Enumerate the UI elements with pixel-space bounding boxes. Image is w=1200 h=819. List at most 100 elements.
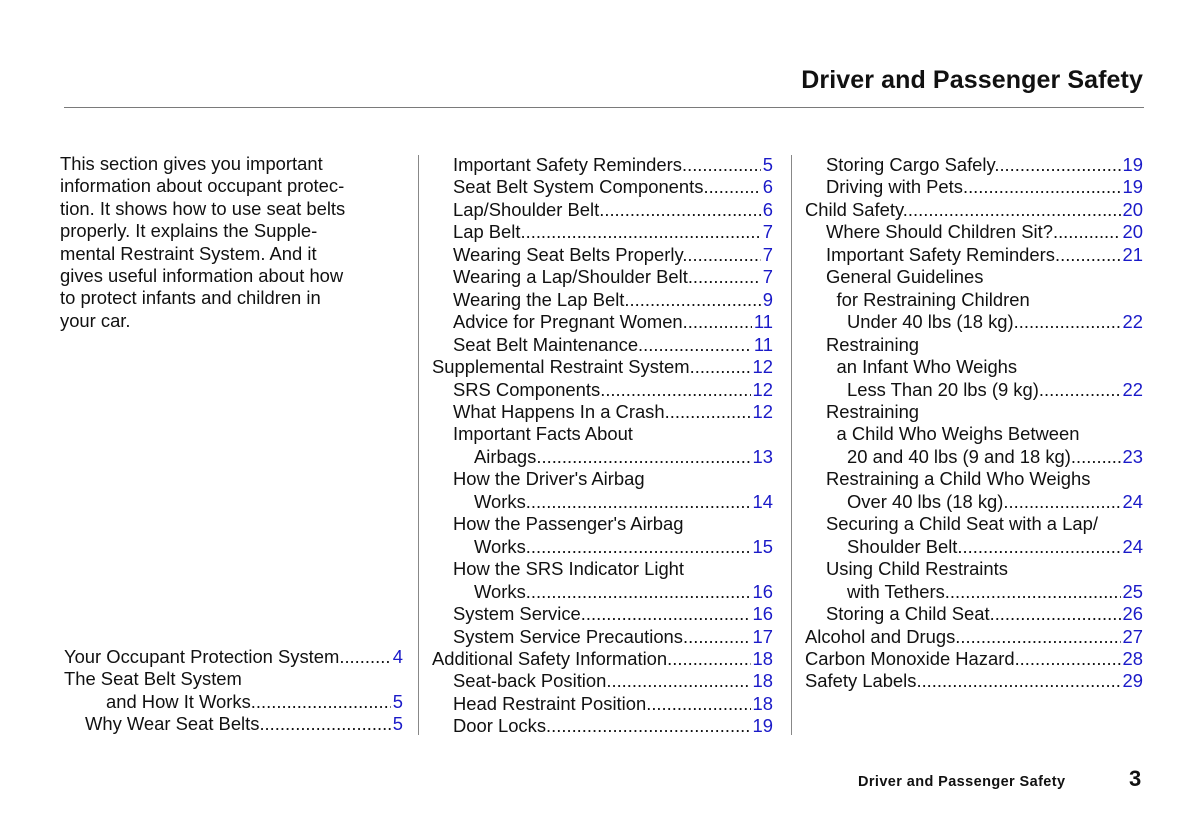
toc-entry-title: Alcohol and Drugs [805,625,956,647]
toc-entry[interactable]: Works...................................… [432,535,773,559]
toc-page-number[interactable]: 19 [1120,154,1143,177]
toc-entry[interactable]: Works...................................… [432,580,773,604]
toc-page-number[interactable]: 26 [1120,603,1143,626]
toc-entry[interactable]: Storing Cargo Safely....................… [805,154,1143,177]
toc-page-number[interactable]: 18 [750,692,773,716]
toc-page-number[interactable]: 5 [390,690,403,714]
toc-page-number[interactable]: 29 [1120,670,1143,693]
toc-page-number[interactable]: 18 [750,647,773,671]
toc-entry[interactable]: Over 40 lbs (18 kg).....................… [805,490,1143,514]
toc-entry[interactable]: Important Safety Reminders..............… [432,154,773,177]
toc-entry-title: Important Safety Reminders [453,154,682,175]
toc-entry[interactable]: Where Should Children Sit?..............… [805,221,1143,244]
toc-page-number[interactable]: 24 [1120,535,1143,559]
dot-leader: ........................................… [259,713,403,735]
toc-entry[interactable]: Lap Belt................................… [432,221,773,244]
toc-entry-title: Supplemental Restraint System [432,356,690,378]
toc-page-number[interactable]: 20 [1120,198,1143,222]
toc-entry-title: Restraining [826,400,920,422]
toc-page-number[interactable]: 22 [1120,311,1143,334]
toc-page-number[interactable]: 6 [760,176,773,199]
toc-page-number[interactable]: 27 [1120,625,1143,648]
toc-entry-title: Your Occupant Protection System [64,646,340,667]
toc-page-number[interactable]: 24 [1120,490,1143,514]
toc-entry[interactable]: Under 40 lbs (18 kg)....................… [805,311,1143,334]
toc-page-number[interactable]: 5 [760,154,773,177]
toc-entry[interactable]: SRS Components..........................… [432,378,773,401]
toc-entry[interactable]: Seat Belt System Components.............… [432,176,773,199]
toc-entry[interactable]: Wearing a Lap/Shoulder Belt.............… [432,266,773,289]
toc-entry[interactable]: Door Locks..............................… [432,715,773,738]
toc-page-number[interactable]: 13 [750,445,773,469]
toc-entry[interactable]: 20 and 40 lbs (9 and 18 kg).............… [805,445,1143,469]
toc-page-number[interactable]: 11 [751,311,773,334]
toc-entry[interactable]: System Service Precautions..............… [432,625,773,648]
toc-entry-title: Seat Belt Maintenance [453,333,639,355]
toc-entry[interactable]: Alcohol and Drugs.......................… [805,625,1143,648]
toc-entry-title: Works [474,490,526,512]
toc-page-number[interactable]: 5 [390,713,403,736]
toc-entry[interactable]: Lap/Shoulder Belt.......................… [432,198,773,222]
toc-entry[interactable]: Head Restraint Position.................… [432,692,773,716]
toc-entry[interactable]: Works...................................… [432,490,773,514]
toc-entry[interactable]: Wearing the Lap Belt....................… [432,288,773,312]
toc-entry: The Seat Belt System [64,668,403,690]
toc-page-number[interactable]: 18 [750,670,773,693]
toc-page-number[interactable]: 17 [750,625,773,648]
toc-entry[interactable]: Carbon Monoxide Hazard..................… [805,647,1143,671]
toc-entry-title: Lap/Shoulder Belt [453,198,600,220]
toc-page-number[interactable]: 16 [750,580,773,604]
toc-page-number[interactable]: 21 [1120,243,1143,267]
toc-entry-title: Storing Cargo Safely [826,154,995,175]
toc-page-number[interactable]: 15 [750,535,773,559]
dot-leader: ........................................… [536,445,773,467]
toc-page-number[interactable]: 12 [750,356,773,379]
toc-entry[interactable]: Seat Belt Maintenance...................… [432,333,773,357]
toc-entry[interactable]: Seat-back Position......................… [432,670,773,693]
toc-page-number[interactable]: 7 [760,266,773,289]
toc-page-number[interactable]: 14 [750,490,773,514]
toc-page-number[interactable]: 23 [1120,445,1143,469]
toc-entry-title: Child Safety [805,198,903,220]
toc-page-number[interactable]: 25 [1120,580,1143,604]
toc-page-number[interactable]: 6 [760,198,773,222]
toc-entry[interactable]: Your Occupant Protection System.........… [64,646,403,669]
toc-page-number[interactable]: 7 [760,243,773,267]
toc-entry[interactable]: Important Safety Reminders..............… [805,243,1143,267]
toc-entry[interactable]: Additional Safety Information...........… [432,647,773,671]
toc-entry[interactable]: Child Safety............................… [805,198,1143,222]
toc-page-number[interactable]: 7 [760,221,773,244]
toc-entry[interactable]: Driving with Pets.......................… [805,176,1143,199]
toc-page-number[interactable]: 16 [750,603,773,626]
toc-entry[interactable]: Airbags.................................… [432,445,773,469]
toc-entry-title: Works [474,535,526,557]
toc-page-number[interactable]: 12 [750,378,773,401]
toc-entry[interactable]: with Tethers............................… [805,580,1143,604]
toc-entry[interactable]: Safety Labels...........................… [805,670,1143,693]
toc-entry[interactable]: Storing a Child Seat....................… [805,603,1143,626]
toc-entry[interactable]: Wearing Seat Belts Properly.............… [432,243,773,267]
toc-page-number[interactable]: 4 [390,646,403,669]
toc-entry[interactable]: System Service..........................… [432,603,773,626]
toc-entry[interactable]: Advice for Pregnant Women...............… [432,311,773,334]
toc-page-number[interactable]: 9 [760,288,773,312]
toc-page-number[interactable]: 19 [750,715,773,738]
toc-page-number[interactable]: 28 [1120,647,1143,671]
toc-page-number[interactable]: 19 [1120,176,1143,199]
toc-entry[interactable]: Shoulder Belt...........................… [805,535,1143,559]
toc-entry-title: an Infant Who Weighs [836,356,1018,378]
toc-entry[interactable]: and How It Works........................… [64,690,403,714]
toc-entry-title: Seat Belt System Components [453,176,704,198]
toc-page-number[interactable]: 12 [750,400,773,424]
toc-column-1: Your Occupant Protection System.........… [64,646,403,736]
toc-entry-title: Head Restraint Position [453,692,647,714]
toc-entry[interactable]: Less Than 20 lbs (9 kg).................… [805,378,1143,401]
toc-entry[interactable]: What Happens In a Crash.................… [432,400,773,424]
toc-page-number[interactable]: 22 [1120,378,1143,401]
toc-page-number[interactable]: 11 [751,333,773,357]
toc-entry[interactable]: Why Wear Seat Belts.....................… [64,713,403,736]
toc-entry[interactable]: Supplemental Restraint System...........… [432,356,773,379]
toc-entry: Restraining a Child Who Weighs [805,468,1143,490]
dot-leader: ........................................… [682,243,773,265]
toc-page-number[interactable]: 20 [1120,221,1143,244]
